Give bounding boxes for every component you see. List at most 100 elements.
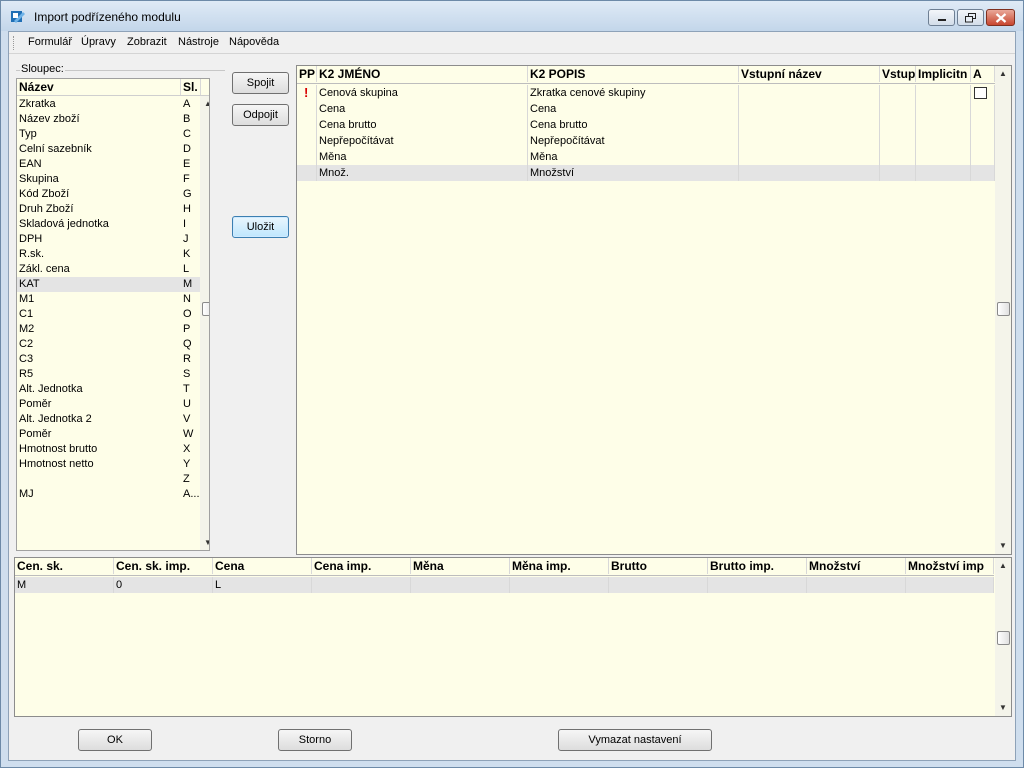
k2-jmeno-cell[interactable]: Cenová skupina (317, 85, 528, 101)
pp-cell[interactable] (297, 101, 317, 117)
k2-popis-cell[interactable]: Zkratka cenové skupiny (528, 85, 739, 101)
scroll-up-icon[interactable]: ▲ (995, 558, 1011, 574)
a-cell[interactable] (971, 117, 995, 133)
scroll-thumb[interactable] (997, 302, 1010, 316)
table-row[interactable]: Nepřepočítávat Nepřepočítávat (297, 133, 995, 149)
preview-header-cell[interactable]: Cen. sk. imp. (114, 558, 213, 574)
empty-cell[interactable] (880, 133, 916, 149)
restore-button[interactable] (957, 9, 984, 26)
menu-napoveda[interactable]: Nápověda (229, 36, 279, 48)
preview-header-cell[interactable]: Měna imp. (510, 558, 609, 574)
scroll-up-icon[interactable]: ▲ (995, 66, 1011, 82)
list-item[interactable]: KAT M (17, 277, 200, 292)
empty-cell[interactable] (916, 165, 971, 181)
empty-cell[interactable] (739, 133, 880, 149)
k2-popis-cell[interactable]: Nepřepočítávat (528, 133, 739, 149)
preview-cell[interactable]: L (213, 577, 312, 593)
list-item[interactable]: Hmotnost netto Y (17, 457, 200, 472)
preview-cell[interactable]: 0 (114, 577, 213, 593)
preview-cell[interactable] (708, 577, 807, 593)
header-k2-popis[interactable]: K2 POPIS (528, 66, 739, 82)
header-k2-jmeno[interactable]: K2 JMÉNO (317, 66, 528, 82)
pp-cell[interactable] (297, 117, 317, 133)
k2-popis-cell[interactable]: Množství (528, 165, 739, 181)
storno-button[interactable]: Storno (278, 729, 352, 751)
empty-cell[interactable] (739, 117, 880, 133)
empty-cell[interactable] (916, 101, 971, 117)
k2-jmeno-cell[interactable]: Měna (317, 149, 528, 165)
ok-button[interactable]: OK (78, 729, 152, 751)
a-cell[interactable] (971, 133, 995, 149)
close-button[interactable] (986, 9, 1015, 26)
table-row[interactable]: M0L (15, 577, 994, 593)
list-item[interactable]: Skladová jednotka I (17, 217, 200, 232)
list-item[interactable]: Skupina F (17, 172, 200, 187)
list-item[interactable]: M1 N (17, 292, 200, 307)
scroll-down-icon[interactable]: ▼ (995, 538, 1011, 554)
table-row[interactable]: Cena Cena (297, 101, 995, 117)
pp-cell[interactable]: ! (297, 85, 317, 101)
list-item[interactable]: Kód Zboží G (17, 187, 200, 202)
ulozit-button[interactable]: Uložit (232, 216, 289, 238)
scroll-thumb[interactable] (997, 631, 1010, 645)
list-item[interactable]: Z (17, 472, 200, 487)
header-implicitn[interactable]: Implicitn (916, 66, 971, 82)
pp-cell[interactable] (297, 165, 317, 181)
list-item[interactable]: Název zboží B (17, 112, 200, 127)
a-cell[interactable] (971, 165, 995, 181)
scroll-thumb[interactable] (202, 302, 209, 316)
scroll-down-icon[interactable]: ▼ (995, 700, 1011, 716)
list-item[interactable]: R.sk. K (17, 247, 200, 262)
list-item[interactable]: R5 S (17, 367, 200, 382)
pp-cell[interactable] (297, 149, 317, 165)
scroll-down-icon[interactable]: ▼ (200, 535, 209, 550)
preview-cell[interactable] (510, 577, 609, 593)
k2-jmeno-cell[interactable]: Cena brutto (317, 117, 528, 133)
list-item[interactable]: C3 R (17, 352, 200, 367)
empty-cell[interactable] (880, 117, 916, 133)
header-sl[interactable]: Sl. (181, 79, 201, 95)
empty-cell[interactable] (739, 85, 880, 101)
odpojit-button[interactable]: Odpojit (232, 104, 289, 126)
preview-header-cell[interactable]: Cen. sk. (15, 558, 114, 574)
a-cell[interactable] (971, 101, 995, 117)
list-item[interactable]: Hmotnost brutto X (17, 442, 200, 457)
k2-popis-cell[interactable]: Cena brutto (528, 117, 739, 133)
header-vstupni-nazev[interactable]: Vstupní název (739, 66, 880, 82)
header-vstup[interactable]: Vstup (880, 66, 916, 82)
header-nazev[interactable]: Název (17, 79, 181, 95)
menu-formular[interactable]: Formulář (28, 36, 72, 48)
empty-cell[interactable] (916, 117, 971, 133)
list-item[interactable]: Zkratka A (17, 97, 200, 112)
k2-jmeno-cell[interactable]: Cena (317, 101, 528, 117)
empty-cell[interactable] (880, 85, 916, 101)
menu-upravy[interactable]: Úpravy (81, 36, 116, 48)
preview-header-cell[interactable]: Množství imp (906, 558, 994, 574)
mapping-grid[interactable]: PP K2 JMÉNO K2 POPIS Vstupní název Vstup… (296, 65, 1012, 555)
preview-grid[interactable]: Cen. sk. Cen. sk. imp. Cena Cena imp. Měna Mě… (14, 557, 1012, 717)
spojit-button[interactable]: Spojit (232, 72, 289, 94)
list-item[interactable]: Poměr W (17, 427, 200, 442)
k2-popis-cell[interactable]: Měna (528, 149, 739, 165)
preview-cell[interactable] (609, 577, 708, 593)
list-item[interactable]: C2 Q (17, 337, 200, 352)
k2-jmeno-cell[interactable]: Nepřepočítávat (317, 133, 528, 149)
list-item[interactable]: DPH J (17, 232, 200, 247)
empty-cell[interactable] (739, 101, 880, 117)
preview-header-cell[interactable]: Množství (807, 558, 906, 574)
list-item[interactable]: Zákl. cena L (17, 262, 200, 277)
list-item[interactable]: Alt. Jednotka 2 V (17, 412, 200, 427)
table-row[interactable]: ! Cenová skupina Zkratka cenové skupiny (297, 85, 995, 101)
title-bar[interactable]: Import podřízeného modulu (1, 1, 1023, 31)
preview-grid-scrollbar[interactable]: ▲ ▼ (995, 558, 1011, 716)
table-row[interactable]: Množ. Množství (297, 165, 995, 181)
list-item[interactable]: Typ C (17, 127, 200, 142)
list-item[interactable]: Celní sazebník D (17, 142, 200, 157)
minimize-button[interactable] (928, 9, 955, 26)
checkbox[interactable] (974, 87, 987, 99)
empty-cell[interactable] (880, 165, 916, 181)
empty-cell[interactable] (880, 101, 916, 117)
list-item[interactable]: Alt. Jednotka T (17, 382, 200, 397)
preview-cell[interactable] (906, 577, 994, 593)
empty-cell[interactable] (739, 165, 880, 181)
